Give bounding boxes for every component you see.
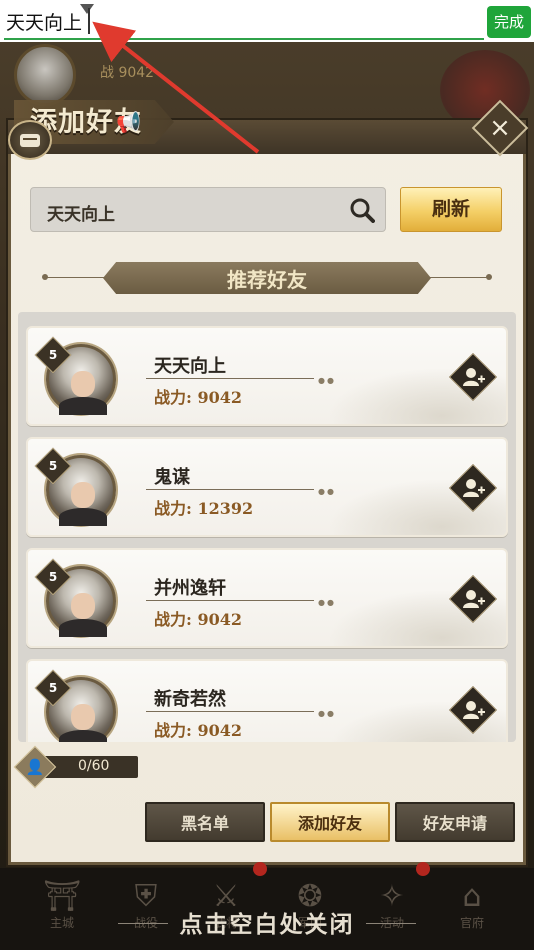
- refresh-button[interactable]: 刷新: [400, 187, 502, 232]
- friend-name: 天天向上: [154, 356, 226, 377]
- friend-count: 👤 0/60: [13, 745, 140, 789]
- tab-add-friend[interactable]: 添加好友: [270, 802, 390, 842]
- tab-friend-requests[interactable]: 好友申请: [395, 802, 515, 842]
- player-power: 战 9042: [100, 65, 155, 81]
- friend-card: 5 新奇若然 ●● 战力: 9042: [26, 659, 508, 742]
- player-avatar: [14, 44, 76, 106]
- search-icon[interactable]: [349, 197, 375, 223]
- close-hint-ornament: [366, 923, 416, 924]
- friend-card: 5 并州逸轩 ●● 战力: 9042: [26, 548, 508, 648]
- notification-dot: [416, 862, 430, 876]
- horn-icon: 📢: [116, 110, 141, 134]
- search-value: 天天向上: [47, 205, 115, 225]
- friend-power: 战力: 9042: [154, 721, 243, 740]
- section-ornament: [430, 277, 488, 278]
- friend-power: 战力: 9042: [154, 388, 243, 407]
- divider: [146, 600, 314, 601]
- text-caret: [88, 8, 90, 34]
- cursor-handle[interactable]: [80, 4, 94, 14]
- add-user-icon: [463, 368, 485, 386]
- search-input[interactable]: 天天向上: [30, 187, 386, 232]
- divider-dots: ●●: [318, 376, 336, 385]
- friend-count-value: 0/60: [78, 758, 110, 774]
- friend-name: 鬼谋: [154, 467, 190, 488]
- divider-dots: ●●: [318, 487, 336, 496]
- friend-name: 新奇若然: [154, 689, 226, 710]
- divider-dots: ●●: [318, 598, 336, 607]
- section-ornament: [46, 277, 104, 278]
- friend-name: 并州逸轩: [154, 578, 226, 599]
- done-button[interactable]: 完成: [487, 6, 531, 38]
- friend-power: 战力: 9042: [154, 610, 243, 629]
- friend-list[interactable]: 5 天天向上 ●● 战力: 9042 5 鬼谋 ●● 战力: 12392 5 并…: [18, 312, 516, 742]
- add-user-icon: [463, 479, 485, 497]
- divider: [146, 711, 314, 712]
- section-title: 推荐好友: [227, 268, 307, 292]
- divider-dots: ●●: [318, 709, 336, 718]
- friend-card: 5 鬼谋 ●● 战力: 12392: [26, 437, 508, 537]
- close-icon: ×: [489, 113, 511, 143]
- input-underline: [4, 38, 484, 40]
- section-ornament: [486, 274, 492, 280]
- friend-power: 战力: 12392: [154, 499, 254, 518]
- add-user-icon: [463, 701, 485, 719]
- notification-dot: [253, 862, 267, 876]
- tab-blacklist[interactable]: 黑名单: [145, 802, 265, 842]
- divider: [146, 378, 314, 379]
- friend-card: 5 天天向上 ●● 战力: 9042: [26, 326, 508, 426]
- close-hint[interactable]: 点击空白处关闭: [0, 905, 534, 939]
- text-input-value: 天天向上: [6, 12, 83, 34]
- divider: [146, 489, 314, 490]
- text-input-bar[interactable]: 天天向上 完成: [0, 0, 534, 42]
- add-user-icon: [463, 590, 485, 608]
- chat-icon[interactable]: [8, 120, 52, 160]
